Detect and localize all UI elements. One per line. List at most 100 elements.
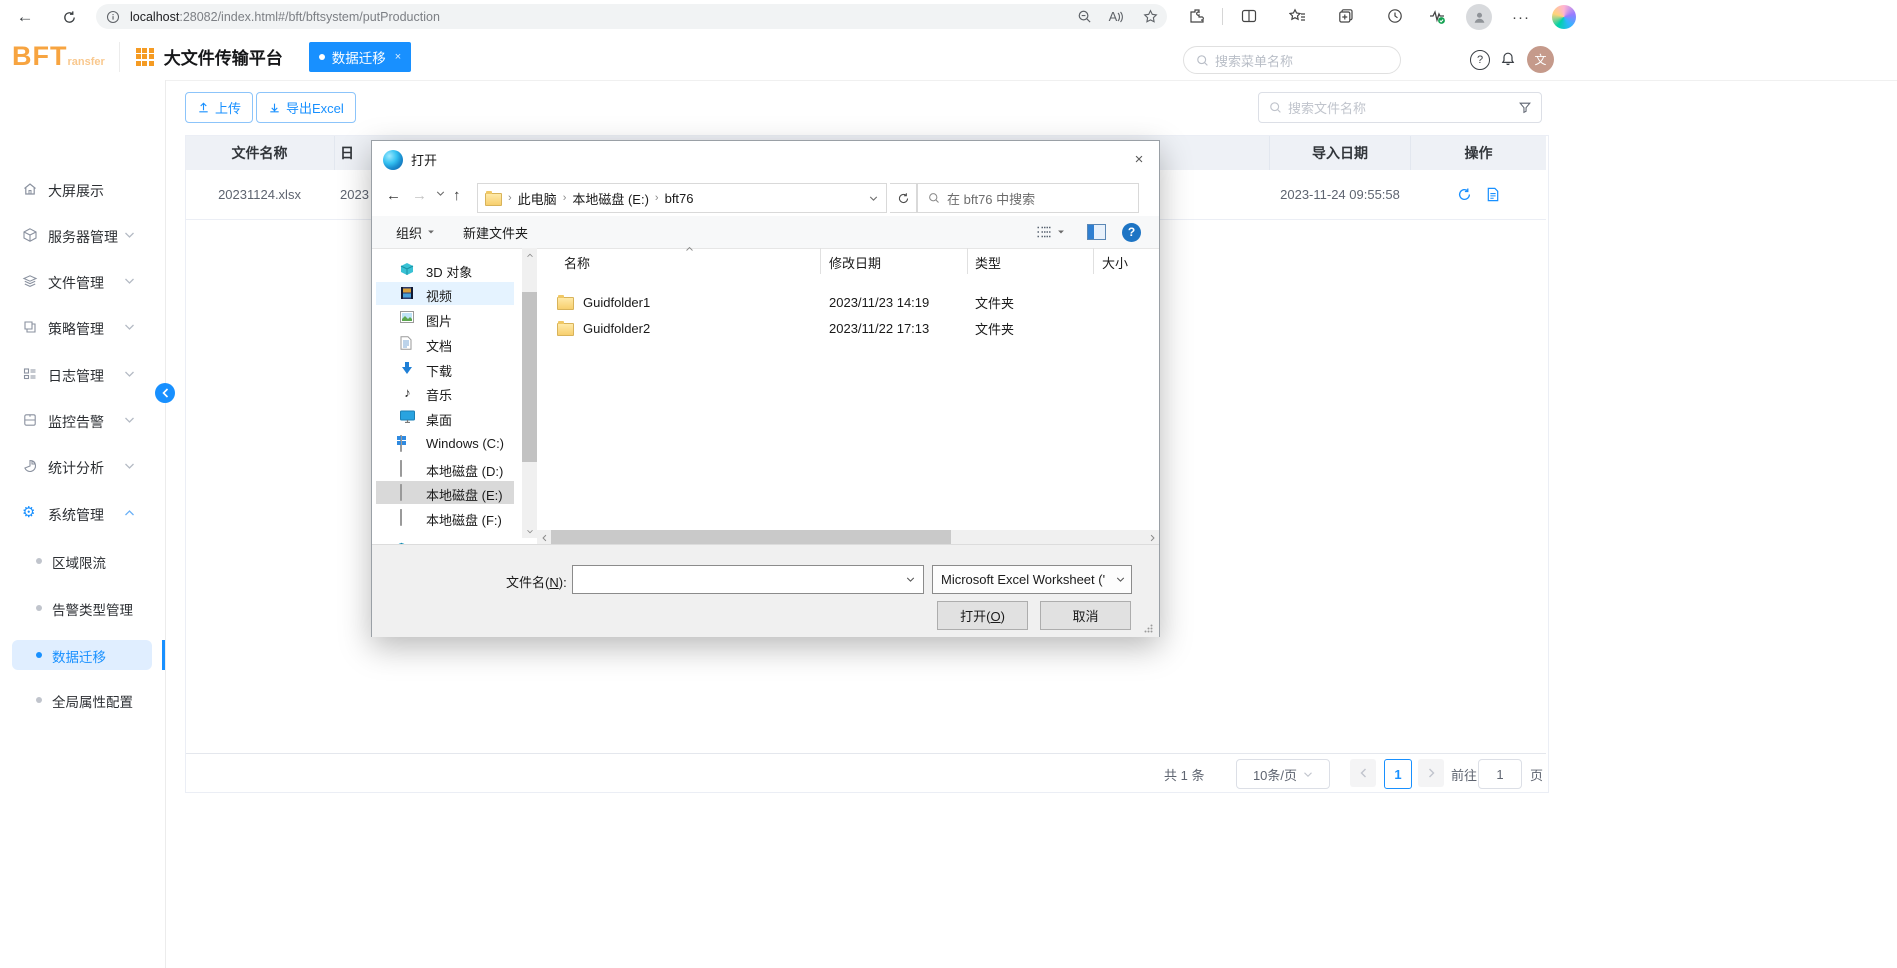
organize-menu[interactable]: 组织: [396, 223, 422, 242]
filename-label-suffix: ):: [558, 575, 567, 590]
breadcrumb-bft76[interactable]: bft76: [665, 191, 694, 206]
refresh-icon[interactable]: [890, 183, 917, 213]
list-header-name[interactable]: 名称: [564, 253, 590, 272]
sidebar-item-statistics[interactable]: 统计分析: [0, 452, 165, 482]
breadcrumb-dropdown-icon[interactable]: [869, 195, 878, 202]
site-info-icon[interactable]: [96, 10, 130, 24]
user-avatar[interactable]: 文: [1527, 46, 1554, 73]
browser-profile-avatar[interactable]: [1466, 4, 1492, 30]
browser-settings-menu-icon[interactable]: ···: [1508, 4, 1534, 30]
upload-button[interactable]: 上传: [185, 92, 254, 123]
sidebar-collapse-button[interactable]: [155, 383, 175, 403]
apps-grid-icon[interactable]: [135, 47, 154, 66]
sidebar-subitem-region-limit[interactable]: 区域限流: [0, 546, 165, 576]
table-header-import-date[interactable]: 导入日期: [1270, 136, 1410, 170]
nav-back-icon[interactable]: ←: [386, 187, 401, 204]
breadcrumb-this-pc[interactable]: 此电脑: [518, 189, 557, 208]
sidebar-subitem-global-props[interactable]: 全局属性配置: [0, 685, 165, 715]
nav-forward-icon[interactable]: →: [412, 187, 427, 204]
next-page-button[interactable]: [1418, 759, 1444, 787]
prev-page-button[interactable]: [1350, 759, 1376, 787]
copilot-icon[interactable]: [1552, 5, 1576, 29]
tree-item-drive-f[interactable]: 本地磁盘 (F:): [376, 506, 514, 529]
dialog-close-icon[interactable]: ×: [1119, 142, 1159, 178]
favorite-star-icon[interactable]: [1133, 9, 1167, 24]
tree-item-downloads[interactable]: 下载: [376, 357, 514, 380]
tree-item-3d-objects[interactable]: 3D 对象: [376, 258, 514, 281]
export-excel-button[interactable]: 导出Excel: [256, 92, 356, 123]
favorites-bar-icon[interactable]: [1284, 3, 1310, 29]
sidebar-item-dashboard[interactable]: 大屏展示: [0, 175, 165, 205]
table-header-file-name[interactable]: 文件名称: [186, 136, 333, 170]
filename-input[interactable]: [572, 565, 924, 594]
browser-essentials-icon[interactable]: [1424, 3, 1450, 29]
zoom-out-icon[interactable]: [1069, 9, 1099, 24]
scroll-up-arrow[interactable]: [522, 248, 537, 262]
list-row-guidfolder2[interactable]: Guidfolder2 2023/11/22 17:13 文件夹: [545, 316, 1155, 340]
tree-item-drive-d[interactable]: 本地磁盘 (D:): [376, 457, 514, 480]
browser-toolbar: ← localhost:28082/index.html#/bft/bftsys…: [0, 0, 1897, 34]
page-size-select[interactable]: 10条/页: [1236, 759, 1330, 789]
help-icon[interactable]: ?: [1470, 50, 1490, 70]
history-icon[interactable]: [1382, 3, 1408, 29]
scroll-thumb[interactable]: [522, 292, 537, 462]
nav-history-chevron-icon[interactable]: [436, 190, 445, 197]
browser-refresh-icon[interactable]: [56, 4, 82, 30]
new-folder-button[interactable]: 新建文件夹: [463, 223, 528, 242]
filter-funnel-icon[interactable]: [1518, 101, 1532, 115]
tree-item-drive-c[interactable]: Windows (C:): [376, 432, 514, 455]
breadcrumb-drive-e[interactable]: 本地磁盘 (E:): [572, 189, 649, 208]
notification-bell-icon[interactable]: [1498, 49, 1518, 69]
goto-page-input[interactable]: 1: [1478, 759, 1522, 789]
sidebar-item-server-mgmt[interactable]: 服务器管理: [0, 221, 165, 251]
list-row-guidfolder1[interactable]: Guidfolder1 2023/11/23 14:19 文件夹: [545, 290, 1155, 314]
tree-vertical-scrollbar[interactable]: [522, 248, 537, 538]
sidebar-item-system-mgmt[interactable]: ⚙ 系统管理: [0, 499, 165, 529]
tree-item-music[interactable]: ♪ 音乐: [376, 381, 514, 404]
list-header-size[interactable]: 大小: [1102, 253, 1128, 272]
current-page-button[interactable]: 1: [1384, 759, 1412, 789]
bullet-dot: [36, 697, 42, 703]
tree-item-desktop[interactable]: 桌面: [376, 406, 514, 429]
dialog-cancel-button[interactable]: 取消: [1040, 601, 1131, 630]
chevron-down-icon[interactable]: [1057, 229, 1065, 235]
resize-grip[interactable]: [1144, 624, 1153, 633]
browser-back-icon[interactable]: ←: [12, 4, 38, 30]
retry-icon[interactable]: [1457, 187, 1472, 202]
read-aloud-icon[interactable]: A: [1099, 9, 1133, 24]
file-search-box[interactable]: 搜索文件名称: [1258, 92, 1542, 123]
split-screen-icon[interactable]: [1236, 3, 1262, 29]
tree-item-drive-e-selected[interactable]: 本地磁盘 (E:): [376, 481, 514, 504]
sidebar-subitem-alert-type[interactable]: 告警类型管理: [0, 593, 165, 623]
sidebar-item-monitor-alert[interactable]: 监控告警: [0, 406, 165, 436]
tree-item-pictures[interactable]: 图片: [376, 307, 514, 330]
sidebar-item-log-mgmt[interactable]: 日志管理: [0, 360, 165, 390]
browser-address-bar[interactable]: localhost:28082/index.html#/bft/bftsyste…: [96, 4, 1167, 29]
breadcrumb-bar[interactable]: › 此电脑 › 本地磁盘 (E:) › bft76: [477, 183, 887, 213]
dialog-search-box[interactable]: 在 bft76 中搜索: [917, 183, 1139, 213]
document-icon[interactable]: [1486, 187, 1500, 202]
extensions-icon[interactable]: [1184, 3, 1210, 29]
dialog-title-bar[interactable]: 打开 ×: [372, 141, 1159, 178]
list-header-modified[interactable]: 修改日期: [829, 253, 881, 272]
list-header-type[interactable]: 类型: [975, 253, 1001, 272]
nav-up-icon[interactable]: ↑: [453, 187, 461, 204]
collections-icon[interactable]: [1333, 3, 1359, 29]
preview-pane-icon[interactable]: [1087, 224, 1106, 240]
tab-data-migration[interactable]: 数据迁移 ×: [308, 41, 412, 72]
tree-item-documents[interactable]: 文档: [376, 332, 514, 355]
sidebar-item-file-mgmt[interactable]: 文件管理: [0, 267, 165, 297]
dialog-help-icon[interactable]: ?: [1122, 222, 1141, 242]
table-header-actions[interactable]: 操作: [1411, 136, 1546, 170]
tab-close-icon[interactable]: ×: [395, 51, 401, 63]
sidebar-subitem-data-migration[interactable]: 数据迁移: [0, 640, 165, 670]
menu-search-box[interactable]: 搜索菜单名称: [1183, 46, 1401, 74]
tree-item-videos[interactable]: 视频: [376, 282, 514, 305]
chevron-up-icon: [124, 509, 135, 517]
file-type-select[interactable]: Microsoft Excel Worksheet (': [932, 565, 1132, 594]
view-list-icon[interactable]: [1036, 225, 1052, 239]
sidebar-item-strategy-mgmt[interactable]: 策略管理: [0, 313, 165, 343]
dialog-open-button[interactable]: 打开(O): [937, 601, 1028, 630]
scroll-down-arrow[interactable]: [522, 524, 537, 538]
music-icon: ♪: [404, 385, 411, 400]
